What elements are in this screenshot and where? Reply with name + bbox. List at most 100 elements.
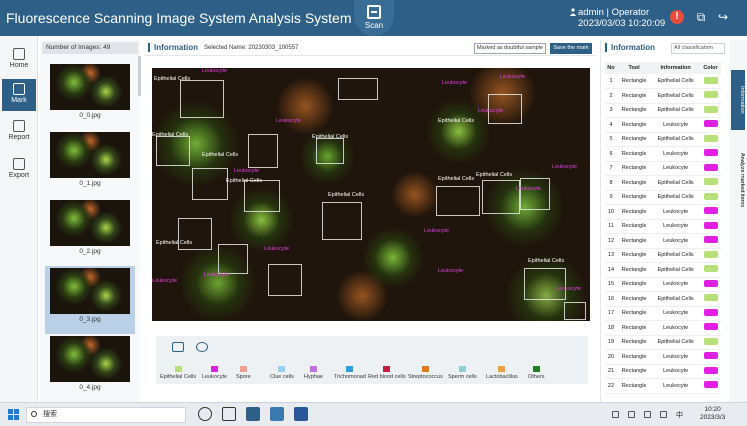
thumbnail-4[interactable]: 0_4.jpg (45, 334, 135, 402)
annotation-box[interactable] (316, 138, 344, 164)
annotation-box[interactable] (156, 136, 190, 166)
legend-item: Leukocyte (202, 366, 227, 380)
microscope-image[interactable]: Epithelial Cells Leukocyte Epithelial Ce… (152, 68, 590, 321)
cell-info: Epithelial Cells (651, 248, 700, 263)
table-row[interactable]: 4 Rectangle Leukocyte (605, 117, 721, 133)
word-icon[interactable] (294, 407, 308, 421)
system-tray-icon[interactable] (612, 411, 619, 418)
color-swatch (703, 352, 718, 360)
legend-label: Leukocyte (202, 374, 228, 380)
color-swatch (703, 265, 718, 273)
doubtful-button[interactable]: Marked as doubtful sample (474, 43, 546, 54)
legend-item: Streptococcus (408, 366, 443, 380)
legend-label: Lactobacillus (486, 374, 518, 380)
legend-swatch (309, 366, 317, 372)
cell-no: 15 (605, 277, 617, 292)
system-tray-icon[interactable] (628, 411, 635, 418)
annotation-box[interactable] (322, 202, 362, 240)
annotation-label: Leukocyte (516, 186, 542, 192)
annotation-box[interactable] (524, 268, 566, 300)
alert-icon[interactable]: ! (670, 10, 684, 24)
restore-icon[interactable]: ⧉ (694, 10, 708, 24)
annotation-box[interactable] (564, 302, 586, 320)
cell-color (700, 146, 721, 162)
thumbnail-3[interactable]: 0_3.jpg (45, 266, 135, 334)
cell-color (700, 74, 721, 89)
table-row[interactable]: 5 Rectangle Epithelial Cells (605, 132, 721, 147)
table-row[interactable]: 8 Rectangle Epithelial Cells (605, 175, 721, 191)
table-row[interactable]: 3 Rectangle Epithelial Cells (605, 103, 721, 118)
nav-mark[interactable]: Mark (2, 79, 36, 111)
table-row[interactable]: 6 Rectangle Leukocyte (605, 146, 721, 162)
annotation-box[interactable] (338, 78, 378, 100)
rail-tab-information[interactable]: Information (731, 70, 745, 130)
cell-no: 16 (605, 291, 617, 307)
annotation-label: Leukocyte (204, 272, 230, 278)
image-tool-icon[interactable] (172, 342, 184, 352)
cell-info: Leukocyte (651, 161, 700, 176)
zoom-in-icon[interactable] (196, 342, 208, 352)
nav-home[interactable]: Home (2, 44, 36, 76)
thumbnail-2[interactable]: 0_2.jpg (45, 198, 135, 266)
table-row[interactable]: 10 Rectangle Leukocyte (605, 204, 721, 220)
nav-export[interactable]: Export (2, 154, 36, 186)
clock[interactable]: 10:20 2023/3/3 (700, 406, 725, 422)
table-row[interactable]: 13 Rectangle Epithelial Cells (605, 248, 721, 263)
table-row[interactable]: 7 Rectangle Leukocyte (605, 161, 721, 176)
table-row[interactable]: 16 Rectangle Epithelial Cells (605, 291, 721, 307)
legend-item: Trichomonad (334, 366, 366, 380)
col-tool: Tool (616, 62, 652, 74)
user-info: admin | Operator 2023/03/03 10:20:09 (578, 7, 666, 29)
table-row[interactable]: 20 Rectangle Leukocyte (605, 349, 721, 365)
annotation-label: Leukocyte (442, 80, 468, 86)
annotation-box[interactable] (268, 264, 302, 296)
table-row[interactable]: 1 Rectangle Epithelial Cells (605, 74, 721, 89)
classification-filter[interactable]: All classification (671, 43, 725, 54)
rail-tab-analyze[interactable]: Analyze marked items (731, 140, 745, 220)
annotation-box[interactable] (218, 244, 248, 274)
table-row[interactable]: 2 Rectangle Epithelial Cells (605, 88, 721, 104)
app-icon[interactable] (270, 407, 284, 421)
taskbar-search[interactable]: 搜索 (26, 407, 186, 423)
exit-icon[interactable]: ↪ (716, 10, 730, 24)
input-language[interactable]: 中 (676, 410, 683, 420)
table-row[interactable]: 14 Rectangle Epithelial Cells (605, 262, 721, 278)
thumbnail-1[interactable]: 0_1.jpg (45, 130, 135, 198)
table-row[interactable]: 15 Rectangle Leukocyte (605, 277, 721, 292)
table-row[interactable]: 21 Rectangle Leukocyte (605, 364, 721, 379)
annotation-box[interactable] (482, 180, 520, 214)
nav-report[interactable]: Report (2, 116, 36, 148)
table-row[interactable]: 19 Rectangle Epithelial Cells (605, 335, 721, 350)
start-icon[interactable] (8, 409, 19, 420)
annotation-box[interactable] (436, 186, 480, 216)
scan-button[interactable]: Scan (354, 0, 394, 36)
save-mark-button[interactable]: Save the mark (550, 43, 592, 54)
cortana-icon[interactable] (198, 407, 212, 421)
network-icon[interactable] (644, 411, 651, 418)
annotation-box[interactable] (248, 134, 278, 168)
annotation-box[interactable] (520, 178, 550, 210)
cell-color (700, 117, 721, 133)
annotation-box[interactable] (192, 168, 228, 200)
table-row[interactable]: 22 Rectangle Leukocyte (605, 378, 721, 394)
annotation-label: Epithelial Cells (152, 132, 189, 138)
table-row[interactable]: 11 Rectangle Leukocyte (605, 219, 721, 234)
cell-color (700, 88, 721, 104)
col-information: Information (651, 62, 700, 74)
taskview-icon[interactable] (222, 407, 236, 421)
volume-icon[interactable] (660, 411, 667, 418)
thumbnail-caption: 0_0.jpg (79, 112, 101, 119)
table-row[interactable]: 12 Rectangle Leukocyte (605, 233, 721, 249)
table-row[interactable]: 17 Rectangle Leukocyte (605, 306, 721, 321)
annotation-label: Leukocyte (556, 286, 582, 292)
legend-label: Red blood cells (368, 374, 406, 380)
nav-mark-label: Mark (11, 97, 27, 104)
annotation-box[interactable] (244, 180, 280, 212)
image-list-scrollbar[interactable] (138, 56, 141, 96)
app-icon[interactable] (246, 407, 260, 421)
thumbnail-0[interactable]: 0_0.jpg (45, 62, 135, 130)
table-row[interactable]: 18 Rectangle Leukocyte (605, 320, 721, 336)
annotation-box[interactable] (180, 80, 224, 118)
table-row[interactable]: 9 Rectangle Epithelial Cells (605, 190, 721, 205)
cell-info: Epithelial Cells (651, 74, 700, 89)
